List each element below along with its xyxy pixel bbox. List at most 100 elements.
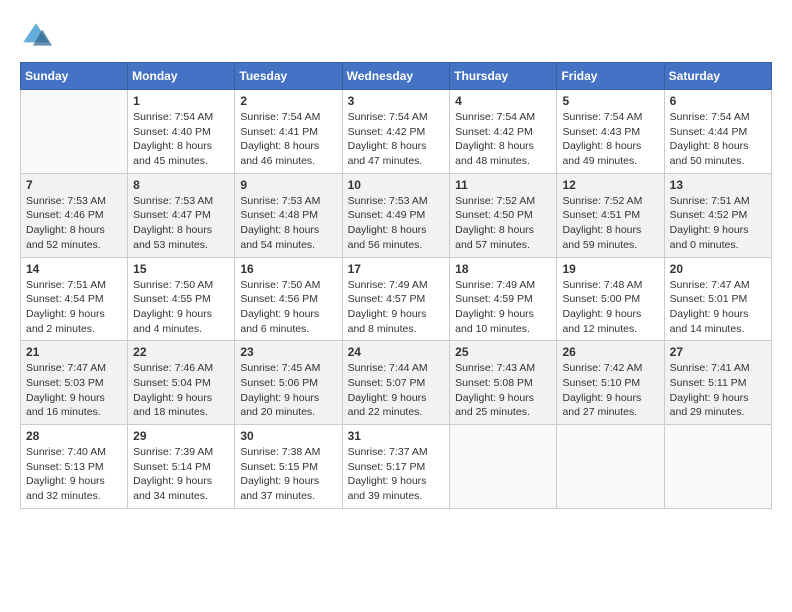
day-info: Sunrise: 7:51 AMSunset: 4:52 PMDaylight:… bbox=[670, 194, 766, 253]
day-number: 3 bbox=[348, 94, 445, 108]
calendar-cell: 29 Sunrise: 7:39 AMSunset: 5:14 PMDayligh… bbox=[128, 425, 235, 509]
calendar-cell: 1 Sunrise: 7:54 AMSunset: 4:40 PMDaylight… bbox=[128, 90, 235, 174]
day-info: Sunrise: 7:47 AMSunset: 5:03 PMDaylight:… bbox=[26, 361, 122, 420]
day-info: Sunrise: 7:53 AMSunset: 4:47 PMDaylight:… bbox=[133, 194, 229, 253]
day-number: 23 bbox=[240, 345, 336, 359]
day-info: Sunrise: 7:54 AMSunset: 4:44 PMDaylight:… bbox=[670, 110, 766, 169]
day-info: Sunrise: 7:51 AMSunset: 4:54 PMDaylight:… bbox=[26, 278, 122, 337]
day-number: 21 bbox=[26, 345, 122, 359]
calendar-week-row: 28 Sunrise: 7:40 AMSunset: 5:13 PMDayligh… bbox=[21, 425, 772, 509]
day-info: Sunrise: 7:37 AMSunset: 5:17 PMDaylight:… bbox=[348, 445, 445, 504]
calendar-day-header: Monday bbox=[128, 63, 235, 90]
calendar-day-header: Tuesday bbox=[235, 63, 342, 90]
day-number: 18 bbox=[455, 262, 551, 276]
calendar-cell: 21 Sunrise: 7:47 AMSunset: 5:03 PMDayligh… bbox=[21, 341, 128, 425]
day-info: Sunrise: 7:53 AMSunset: 4:49 PMDaylight:… bbox=[348, 194, 445, 253]
day-number: 10 bbox=[348, 178, 445, 192]
day-number: 5 bbox=[562, 94, 658, 108]
day-number: 24 bbox=[348, 345, 445, 359]
day-info: Sunrise: 7:52 AMSunset: 4:51 PMDaylight:… bbox=[562, 194, 658, 253]
calendar-table: SundayMondayTuesdayWednesdayThursdayFrid… bbox=[20, 62, 772, 509]
calendar-cell: 12 Sunrise: 7:52 AMSunset: 4:51 PMDayligh… bbox=[557, 173, 664, 257]
calendar-cell: 6 Sunrise: 7:54 AMSunset: 4:44 PMDaylight… bbox=[664, 90, 771, 174]
calendar-cell bbox=[450, 425, 557, 509]
day-number: 12 bbox=[562, 178, 658, 192]
calendar-cell: 15 Sunrise: 7:50 AMSunset: 4:55 PMDayligh… bbox=[128, 257, 235, 341]
calendar-cell: 28 Sunrise: 7:40 AMSunset: 5:13 PMDayligh… bbox=[21, 425, 128, 509]
day-number: 15 bbox=[133, 262, 229, 276]
day-number: 9 bbox=[240, 178, 336, 192]
day-number: 13 bbox=[670, 178, 766, 192]
calendar-cell: 10 Sunrise: 7:53 AMSunset: 4:49 PMDayligh… bbox=[342, 173, 450, 257]
day-number: 16 bbox=[240, 262, 336, 276]
day-info: Sunrise: 7:50 AMSunset: 4:55 PMDaylight:… bbox=[133, 278, 229, 337]
calendar-cell: 13 Sunrise: 7:51 AMSunset: 4:52 PMDayligh… bbox=[664, 173, 771, 257]
day-info: Sunrise: 7:44 AMSunset: 5:07 PMDaylight:… bbox=[348, 361, 445, 420]
day-number: 27 bbox=[670, 345, 766, 359]
day-info: Sunrise: 7:52 AMSunset: 4:50 PMDaylight:… bbox=[455, 194, 551, 253]
day-number: 19 bbox=[562, 262, 658, 276]
calendar-cell: 27Sunrise: 7:41 AMSunset: 5:11 PMDayligh… bbox=[664, 341, 771, 425]
calendar-cell bbox=[664, 425, 771, 509]
day-info: Sunrise: 7:54 AMSunset: 4:40 PMDaylight:… bbox=[133, 110, 229, 169]
day-info: Sunrise: 7:42 AMSunset: 5:10 PMDaylight:… bbox=[562, 361, 658, 420]
calendar-cell: 31 Sunrise: 7:37 AMSunset: 5:17 PMDayligh… bbox=[342, 425, 450, 509]
day-info: Sunrise: 7:49 AMSunset: 4:57 PMDaylight:… bbox=[348, 278, 445, 337]
day-number: 1 bbox=[133, 94, 229, 108]
calendar-day-header: Sunday bbox=[21, 63, 128, 90]
calendar-cell: 8 Sunrise: 7:53 AMSunset: 4:47 PMDaylight… bbox=[128, 173, 235, 257]
day-number: 17 bbox=[348, 262, 445, 276]
day-info: Sunrise: 7:54 AMSunset: 4:43 PMDaylight:… bbox=[562, 110, 658, 169]
calendar-cell: 17 Sunrise: 7:49 AMSunset: 4:57 PMDayligh… bbox=[342, 257, 450, 341]
day-info: Sunrise: 7:45 AMSunset: 5:06 PMDaylight:… bbox=[240, 361, 336, 420]
day-number: 29 bbox=[133, 429, 229, 443]
calendar-cell: 11 Sunrise: 7:52 AMSunset: 4:50 PMDayligh… bbox=[450, 173, 557, 257]
calendar-cell: 23 Sunrise: 7:45 AMSunset: 5:06 PMDayligh… bbox=[235, 341, 342, 425]
day-number: 11 bbox=[455, 178, 551, 192]
calendar-day-header: Wednesday bbox=[342, 63, 450, 90]
day-info: Sunrise: 7:40 AMSunset: 5:13 PMDaylight:… bbox=[26, 445, 122, 504]
day-info: Sunrise: 7:50 AMSunset: 4:56 PMDaylight:… bbox=[240, 278, 336, 337]
day-info: Sunrise: 7:54 AMSunset: 4:42 PMDaylight:… bbox=[348, 110, 445, 169]
day-number: 14 bbox=[26, 262, 122, 276]
calendar-week-row: 1 Sunrise: 7:54 AMSunset: 4:40 PMDaylight… bbox=[21, 90, 772, 174]
calendar-cell: 14 Sunrise: 7:51 AMSunset: 4:54 PMDayligh… bbox=[21, 257, 128, 341]
day-number: 6 bbox=[670, 94, 766, 108]
day-info: Sunrise: 7:54 AMSunset: 4:41 PMDaylight:… bbox=[240, 110, 336, 169]
page-header bbox=[20, 20, 772, 52]
day-info: Sunrise: 7:47 AMSunset: 5:01 PMDaylight:… bbox=[670, 278, 766, 337]
calendar-cell: 7Sunrise: 7:53 AMSunset: 4:46 PMDaylight… bbox=[21, 173, 128, 257]
calendar-day-header: Friday bbox=[557, 63, 664, 90]
calendar-cell: 2Sunrise: 7:54 AMSunset: 4:41 PMDaylight… bbox=[235, 90, 342, 174]
calendar-cell: 16 Sunrise: 7:50 AMSunset: 4:56 PMDayligh… bbox=[235, 257, 342, 341]
day-number: 8 bbox=[133, 178, 229, 192]
day-number: 22 bbox=[133, 345, 229, 359]
calendar-day-header: Saturday bbox=[664, 63, 771, 90]
day-number: 30 bbox=[240, 429, 336, 443]
calendar-week-row: 14 Sunrise: 7:51 AMSunset: 4:54 PMDayligh… bbox=[21, 257, 772, 341]
day-info: Sunrise: 7:49 AMSunset: 4:59 PMDaylight:… bbox=[455, 278, 551, 337]
calendar-day-header: Thursday bbox=[450, 63, 557, 90]
day-number: 20 bbox=[670, 262, 766, 276]
day-info: Sunrise: 7:38 AMSunset: 5:15 PMDaylight:… bbox=[240, 445, 336, 504]
calendar-cell bbox=[557, 425, 664, 509]
day-number: 26 bbox=[562, 345, 658, 359]
calendar-cell: 30 Sunrise: 7:38 AMSunset: 5:15 PMDayligh… bbox=[235, 425, 342, 509]
calendar-cell: 20 Sunrise: 7:47 AMSunset: 5:01 PMDayligh… bbox=[664, 257, 771, 341]
day-number: 31 bbox=[348, 429, 445, 443]
calendar-header-row: SundayMondayTuesdayWednesdayThursdayFrid… bbox=[21, 63, 772, 90]
calendar-cell: 18 Sunrise: 7:49 AMSunset: 4:59 PMDayligh… bbox=[450, 257, 557, 341]
day-number: 25 bbox=[455, 345, 551, 359]
day-info: Sunrise: 7:54 AMSunset: 4:42 PMDaylight:… bbox=[455, 110, 551, 169]
day-number: 28 bbox=[26, 429, 122, 443]
calendar-cell: 26 Sunrise: 7:42 AMSunset: 5:10 PMDayligh… bbox=[557, 341, 664, 425]
calendar-cell: 19Sunrise: 7:48 AMSunset: 5:00 PMDayligh… bbox=[557, 257, 664, 341]
calendar-cell: 24 Sunrise: 7:44 AMSunset: 5:07 PMDayligh… bbox=[342, 341, 450, 425]
calendar-cell: 22Sunrise: 7:46 AMSunset: 5:04 PMDayligh… bbox=[128, 341, 235, 425]
logo-icon bbox=[20, 20, 52, 52]
calendar-cell: 25Sunrise: 7:43 AMSunset: 5:08 PMDayligh… bbox=[450, 341, 557, 425]
day-info: Sunrise: 7:39 AMSunset: 5:14 PMDaylight:… bbox=[133, 445, 229, 504]
calendar-cell bbox=[21, 90, 128, 174]
day-number: 7 bbox=[26, 178, 122, 192]
calendar-cell: 3 Sunrise: 7:54 AMSunset: 4:42 PMDaylight… bbox=[342, 90, 450, 174]
